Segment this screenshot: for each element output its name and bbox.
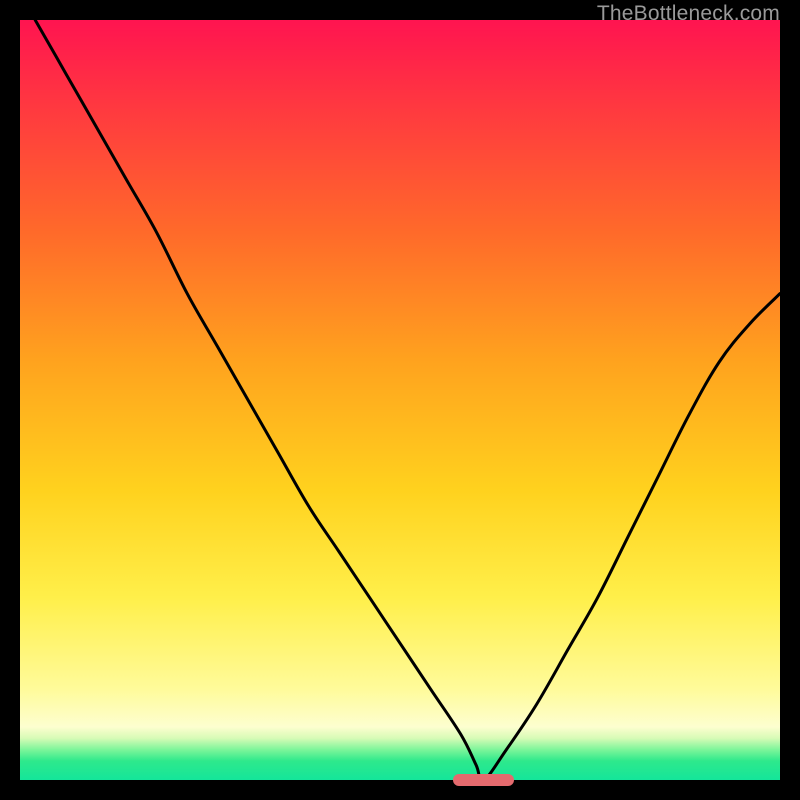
chart-frame: TheBottleneck.com: [20, 20, 780, 780]
bottleneck-curve: [20, 20, 780, 780]
optimum-marker: [453, 774, 514, 786]
